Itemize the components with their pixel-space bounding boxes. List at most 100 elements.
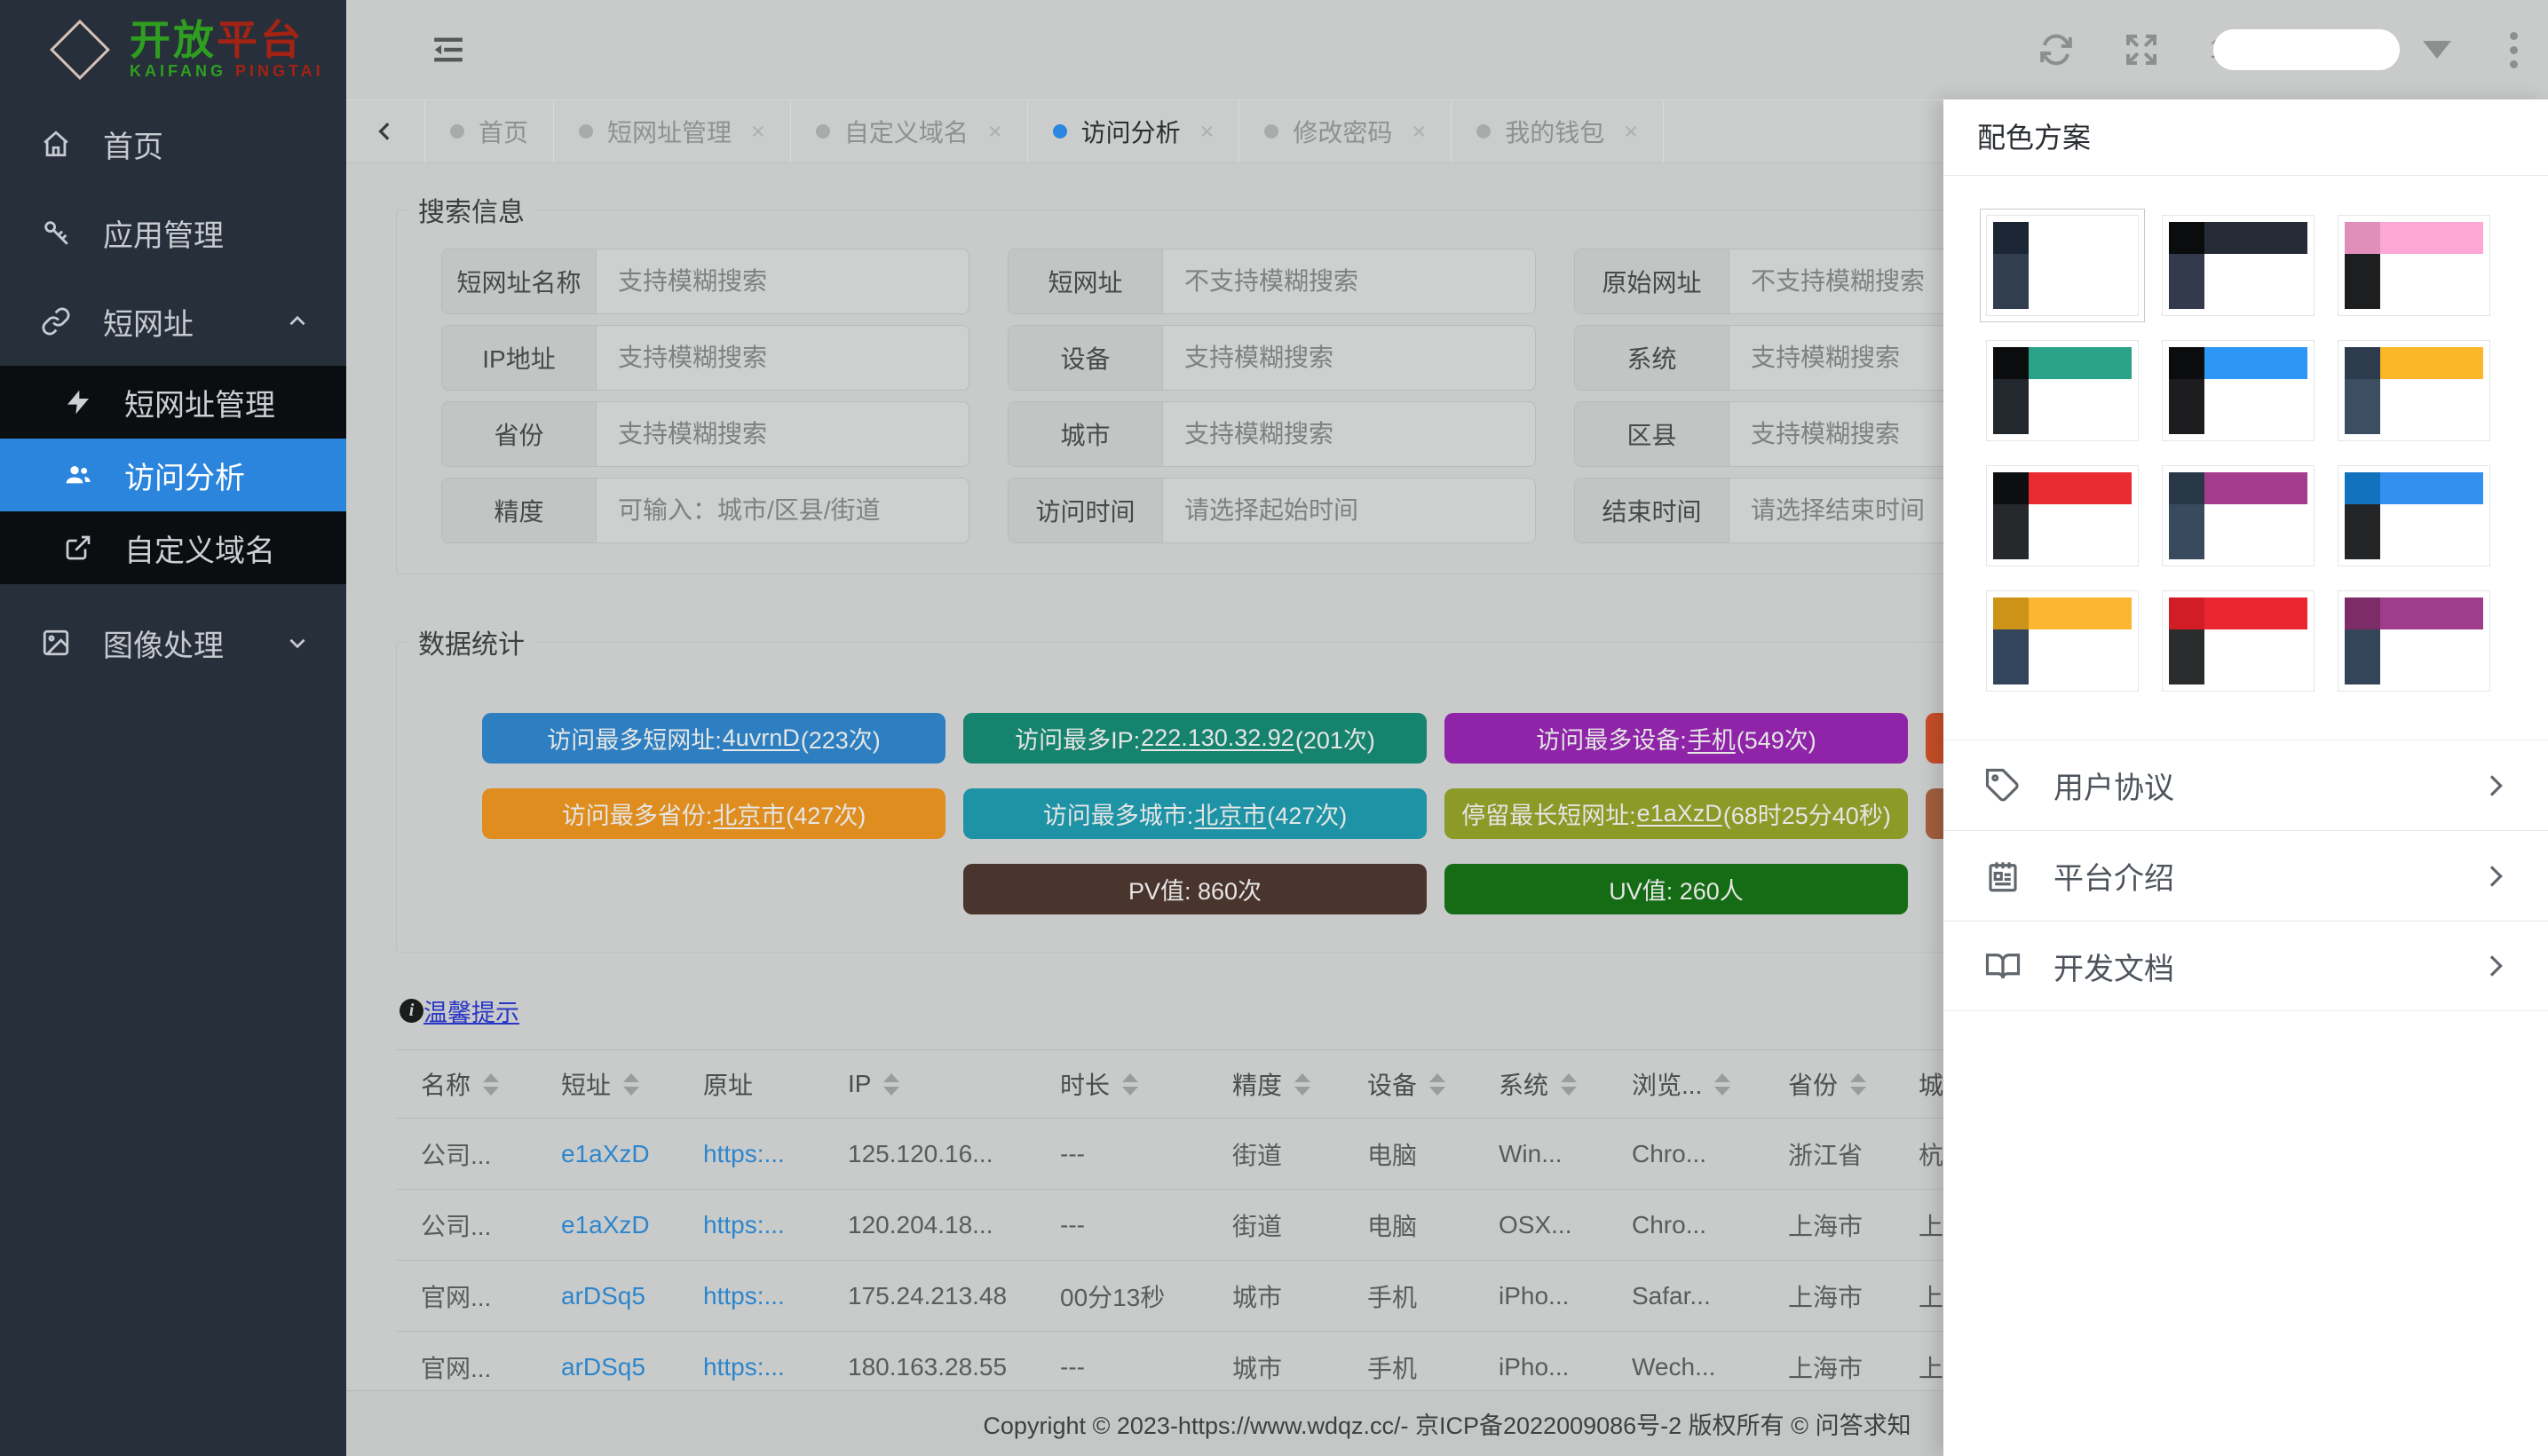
tab-close-icon[interactable]: × (988, 118, 1002, 146)
refresh-button[interactable] (2038, 32, 2074, 67)
tab-close-icon[interactable]: × (1200, 118, 1215, 146)
sort-icon[interactable] (1122, 1073, 1138, 1096)
short-url-link[interactable]: arDSq5 (536, 1282, 678, 1310)
sidebar-item-shorturl[interactable]: 短网址 (0, 277, 346, 366)
stat-link[interactable]: 北京市 (713, 796, 785, 831)
sidebar-item-visit-analysis[interactable]: 访问分析 (0, 439, 346, 511)
sidebar-item-home[interactable]: 首页 (0, 99, 346, 188)
column-header-name[interactable]: 名称 (396, 1066, 536, 1102)
tab-dot (579, 124, 593, 138)
short-url-link[interactable]: e1aXzD (536, 1211, 678, 1239)
stat-link[interactable]: 4uvrnD (723, 724, 800, 752)
province-input[interactable] (597, 402, 969, 466)
caret-down-icon (2423, 41, 2451, 59)
tips-link[interactable]: 温馨提示 (423, 993, 519, 1028)
theme-swatch[interactable] (2162, 590, 2315, 692)
theme-swatch[interactable] (2338, 465, 2490, 566)
device-input[interactable] (1163, 326, 1535, 390)
visit-time-input[interactable] (1163, 479, 1535, 542)
logo-seal-icon (48, 18, 112, 82)
image-icon (41, 628, 103, 658)
short-url-link[interactable]: arDSq5 (536, 1353, 678, 1381)
sidebar-item-image-processing[interactable]: 图像处理 (0, 598, 346, 687)
book-icon (1984, 947, 2053, 985)
theme-swatch[interactable] (1986, 465, 2139, 566)
menu-item-label: 开发文档 (2053, 945, 2174, 988)
column-header-short[interactable]: 短址 (536, 1066, 678, 1102)
stat-link[interactable]: 北京市 (1194, 796, 1266, 831)
tab-change-password[interactable]: 修改密码× (1239, 100, 1452, 162)
shorturl-input[interactable] (1163, 249, 1535, 313)
sort-icon[interactable] (1850, 1073, 1866, 1096)
users-icon (64, 461, 124, 489)
stats-section-title: 数据统计 (408, 622, 535, 661)
stat-link[interactable]: e1aXzD (1637, 800, 1722, 827)
sort-icon[interactable] (483, 1073, 499, 1096)
sidebar-item-shorturl-manage[interactable]: 短网址管理 (0, 366, 346, 439)
theme-swatch[interactable] (2162, 340, 2315, 441)
ip-input[interactable] (597, 326, 969, 390)
chevron-down-icon (286, 631, 309, 654)
copyright-text: Copyright © 2023-https://www.wdqz.cc/- 京… (983, 1406, 1911, 1441)
sidebar-item-apps[interactable]: 应用管理 (0, 188, 346, 277)
tab-visit-analysis[interactable]: 访问分析× (1028, 100, 1240, 162)
sidebar-item-custom-domain[interactable]: 自定义域名 (0, 511, 346, 584)
tab-shorturl-manage[interactable]: 短网址管理× (554, 100, 791, 162)
column-header-duration[interactable]: 时长 (1035, 1066, 1207, 1102)
sort-icon[interactable] (883, 1073, 899, 1096)
sort-icon[interactable] (1429, 1073, 1445, 1096)
chevron-up-icon (286, 310, 309, 333)
column-header-device[interactable]: 设备 (1342, 1066, 1474, 1102)
fullscreen-button[interactable] (2124, 32, 2159, 67)
precision-input[interactable] (597, 479, 969, 542)
sidebar-item-label: 短网址 (103, 300, 194, 344)
theme-swatch[interactable] (1986, 340, 2139, 441)
tab-custom-domain[interactable]: 自定义域名× (791, 100, 1028, 162)
user-menu[interactable]: 1 (2209, 29, 2451, 70)
link-icon (41, 306, 103, 336)
menu-item-platform-intro[interactable]: 平台介绍 (1943, 830, 2548, 921)
sort-icon[interactable] (1561, 1073, 1577, 1096)
shorturl-name-input[interactable] (597, 249, 969, 313)
column-header-system[interactable]: 系统 (1474, 1066, 1607, 1102)
key-icon (41, 218, 103, 248)
column-header-precision[interactable]: 精度 (1207, 1066, 1342, 1102)
theme-swatch[interactable] (1986, 215, 2139, 316)
short-url-link[interactable]: e1aXzD (536, 1140, 678, 1168)
city-input[interactable] (1163, 402, 1535, 466)
stat-link[interactable]: 222.130.32.92 (1141, 724, 1294, 752)
original-url-link[interactable]: https:... (678, 1140, 823, 1168)
original-url-link[interactable]: https:... (678, 1282, 823, 1310)
chevron-right-icon (2481, 952, 2509, 980)
theme-swatch[interactable] (2162, 215, 2315, 316)
tab-my-wallet[interactable]: 我的钱包× (1452, 100, 1664, 162)
sort-icon[interactable] (1294, 1073, 1310, 1096)
theme-swatch[interactable] (2338, 340, 2490, 441)
tab-home[interactable]: 首页 (424, 100, 554, 162)
tab-close-icon[interactable]: × (751, 118, 765, 146)
menu-item-dev-docs[interactable]: 开发文档 (1943, 921, 2548, 1011)
tab-dot (1053, 124, 1067, 138)
sidebar-item-label: 首页 (103, 123, 163, 166)
column-header-browser[interactable]: 浏览... (1607, 1066, 1763, 1102)
stat-link[interactable]: 手机 (1688, 721, 1736, 756)
column-header-province[interactable]: 省份 (1763, 1066, 1894, 1102)
column-header-ip[interactable]: IP (823, 1070, 1035, 1098)
theme-swatch[interactable] (2338, 590, 2490, 692)
theme-swatch[interactable] (2162, 465, 2315, 566)
sidebar: 开放平台 KAIFANGPINGTAI 首页 应用管理 短网址 短网址管理 访问… (0, 0, 346, 1456)
sort-icon[interactable] (623, 1073, 639, 1096)
original-url-link[interactable]: https:... (678, 1353, 823, 1381)
sort-icon[interactable] (1714, 1073, 1730, 1096)
tab-dot (1264, 124, 1278, 138)
more-menu-button[interactable] (2510, 32, 2518, 68)
theme-swatch[interactable] (1986, 590, 2139, 692)
topbar-actions: 1 (2038, 29, 2518, 70)
original-url-link[interactable]: https:... (678, 1211, 823, 1239)
theme-swatch[interactable] (2338, 215, 2490, 316)
collapse-sidebar-button[interactable] (431, 33, 465, 67)
tab-close-icon[interactable]: × (1624, 118, 1638, 146)
tab-close-icon[interactable]: × (1412, 118, 1426, 146)
menu-item-user-agreement[interactable]: 用户协议 (1943, 740, 2548, 830)
tabs-scroll-left-button[interactable] (346, 100, 424, 162)
